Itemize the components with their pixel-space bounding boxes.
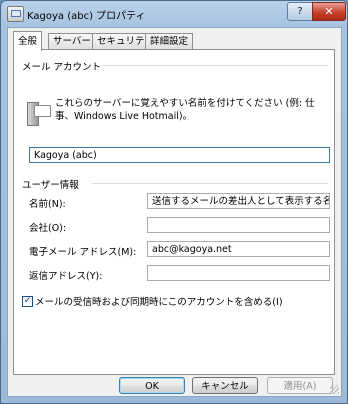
cancel-button[interactable]: キャンセル <box>192 377 258 394</box>
tab-advanced[interactable]: 詳細設定 <box>145 33 194 50</box>
account-name-input[interactable]: Kagoya (abc) <box>29 147 330 163</box>
window-title: Kagoya (abc) プロパティ <box>27 11 146 22</box>
group-divider <box>102 65 328 66</box>
tab-general[interactable]: 全般 <box>13 31 43 51</box>
include-account-checkbox[interactable]: ✓ <box>22 296 33 307</box>
reply-address-input[interactable] <box>147 265 330 281</box>
dialog-client-area: 全般 サーバー セキュリティ 詳細設定 メール アカウント これらのサーバーに覚… <box>7 27 342 397</box>
mail-account-group-title: メール アカウント <box>22 62 102 73</box>
company-label: 会社(O): <box>29 223 67 234</box>
ok-button[interactable]: OK <box>119 377 185 394</box>
mail-server-icon <box>27 99 51 126</box>
name-input[interactable]: 送信するメールの差出人として表示する名前 <box>147 193 330 209</box>
title-bar[interactable]: Kagoya (abc) プロパティ ? ✕ <box>1 1 347 27</box>
resize-grip[interactable] <box>330 385 339 394</box>
properties-dialog: Kagoya (abc) プロパティ ? ✕ 全般 サーバー セキュリティ 詳細… <box>0 0 348 404</box>
email-input[interactable]: abc@kagoya.net <box>147 241 330 257</box>
company-input[interactable] <box>147 217 330 233</box>
help-button[interactable]: ? <box>287 2 313 21</box>
email-label: 電子メール アドレス(M): <box>29 247 137 258</box>
user-info-group-title: ユーザー情報 <box>22 180 79 191</box>
group-divider <box>92 183 328 184</box>
reply-address-label: 返信アドレス(Y): <box>29 271 103 282</box>
close-button[interactable]: ✕ <box>312 2 346 21</box>
name-label: 名前(N): <box>29 199 66 210</box>
account-description: これらのサーバーに覚えやすい名前を付けてください (例: 仕事、Windows … <box>55 98 315 122</box>
apply-button[interactable]: 適用(A) <box>267 377 333 394</box>
include-account-label[interactable]: メールの受信時および同期時にこのアカウントを含める(I) <box>35 294 283 308</box>
general-tab-panel: メール アカウント これらのサーバーに覚えやすい名前を付けてください (例: 仕… <box>13 49 335 375</box>
tab-servers[interactable]: サーバー <box>48 33 96 50</box>
mail-app-icon <box>7 6 24 22</box>
